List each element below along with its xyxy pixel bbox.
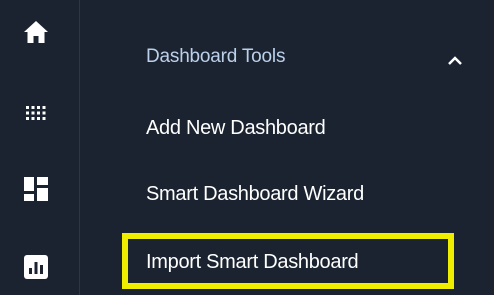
icon-rail xyxy=(0,0,80,295)
dashboard-tools-label: Dashboard Tools xyxy=(146,46,286,67)
import-smart-dashboard-item[interactable]: Import Smart Dashboard xyxy=(122,233,454,289)
menu-item-label: Import Smart Dashboard xyxy=(146,251,359,273)
menu-item-label: Smart Dashboard Wizard xyxy=(146,183,364,205)
add-new-dashboard-item[interactable]: Add New Dashboard xyxy=(132,106,472,152)
app-window: Dashboard Tools Add New Dashboard Smart … xyxy=(0,0,494,295)
apps-grid-icon[interactable] xyxy=(22,99,50,127)
home-icon[interactable] xyxy=(22,18,50,46)
menu-item-label: Add New Dashboard xyxy=(146,117,326,139)
smart-dashboard-wizard-item[interactable]: Smart Dashboard Wizard xyxy=(132,172,472,218)
chart-icon[interactable] xyxy=(22,253,50,281)
chevron-up-icon[interactable] xyxy=(446,52,464,70)
dashboard-tools-header[interactable]: Dashboard Tools xyxy=(80,38,494,84)
dashboard-icon[interactable] xyxy=(22,175,50,203)
dashboard-tools-menu: Dashboard Tools Add New Dashboard Smart … xyxy=(80,0,494,295)
